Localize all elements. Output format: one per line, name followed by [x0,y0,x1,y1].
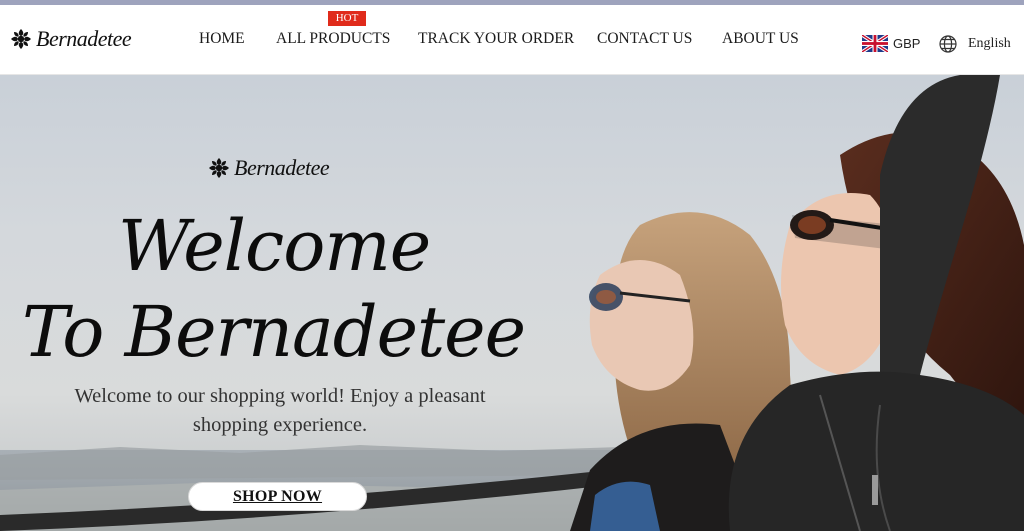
logo-text: Bernadetee [36,26,132,51]
hero-logo-text: Bernadetee [234,155,330,180]
hero-banner: Bernadetee Welcome To Bernadetee Welcome… [0,75,1024,531]
currency-selector[interactable]: GBP [862,35,920,52]
nav-contact-us[interactable]: CONTACT US [597,30,692,48]
hero-title-line2: To Bernadetee [22,291,526,373]
currency-code: GBP [893,36,921,51]
hero-subtitle: Welcome to our shopping world! Enjoy a p… [74,385,486,436]
hero-title-line1: Welcome [118,205,431,287]
language-label: English [968,36,1011,51]
hero-logo: Bernadetee [208,155,330,181]
shop-now-button[interactable]: SHOP NOW [188,482,367,511]
nav-about-us[interactable]: ABOUT US [722,30,799,48]
nav-track-order[interactable]: TRACK YOUR ORDER [418,30,574,48]
flower-logo-icon [209,158,229,178]
nav-all-products[interactable]: ALL PRODUCTS [276,30,390,48]
site-header: Bernadetee HOME ALL PRODUCTS TRACK YOUR … [0,5,1024,75]
nav-home[interactable]: HOME [199,30,245,48]
flower-logo-icon [11,29,31,49]
hot-badge: HOT [328,11,366,26]
globe-icon [939,35,957,53]
language-selector[interactable]: English [938,34,1011,54]
uk-flag-icon [862,35,888,52]
site-logo[interactable]: Bernadetee [10,26,132,51]
